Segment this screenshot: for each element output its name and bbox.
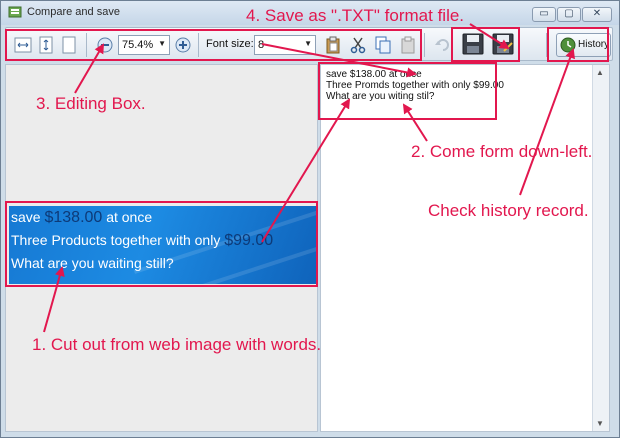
editing-tools-highlight xyxy=(5,29,422,61)
annotation-save-txt: 4. Save as ".TXT" format file. xyxy=(246,6,465,25)
toolbar-separator xyxy=(424,33,425,57)
cut-image-highlight xyxy=(5,201,318,287)
annotation-history: Check history record. xyxy=(428,201,589,220)
window-title: Compare and save xyxy=(27,6,120,18)
editor-text-highlight xyxy=(318,62,497,120)
annotation-editing-box: 3. Editing Box. xyxy=(36,94,146,113)
annotation-come-from: 2. Come form down-left. xyxy=(411,142,593,161)
undo-icon[interactable] xyxy=(434,36,452,54)
minimize-button[interactable]: ▭ xyxy=(532,7,556,22)
scroll-down-icon[interactable]: ▼ xyxy=(596,419,604,428)
annotation-cut-out: 1. Cut out from web image with words. xyxy=(32,335,322,354)
vertical-scrollbar[interactable]: ▲ ▼ xyxy=(592,65,609,431)
maximize-button[interactable]: ▢ xyxy=(557,7,581,22)
app-icon xyxy=(8,6,22,18)
scroll-up-icon[interactable]: ▲ xyxy=(596,68,604,77)
history-button-highlight xyxy=(547,27,609,62)
save-buttons-highlight xyxy=(451,27,520,62)
close-button[interactable]: ✕ xyxy=(582,7,612,22)
